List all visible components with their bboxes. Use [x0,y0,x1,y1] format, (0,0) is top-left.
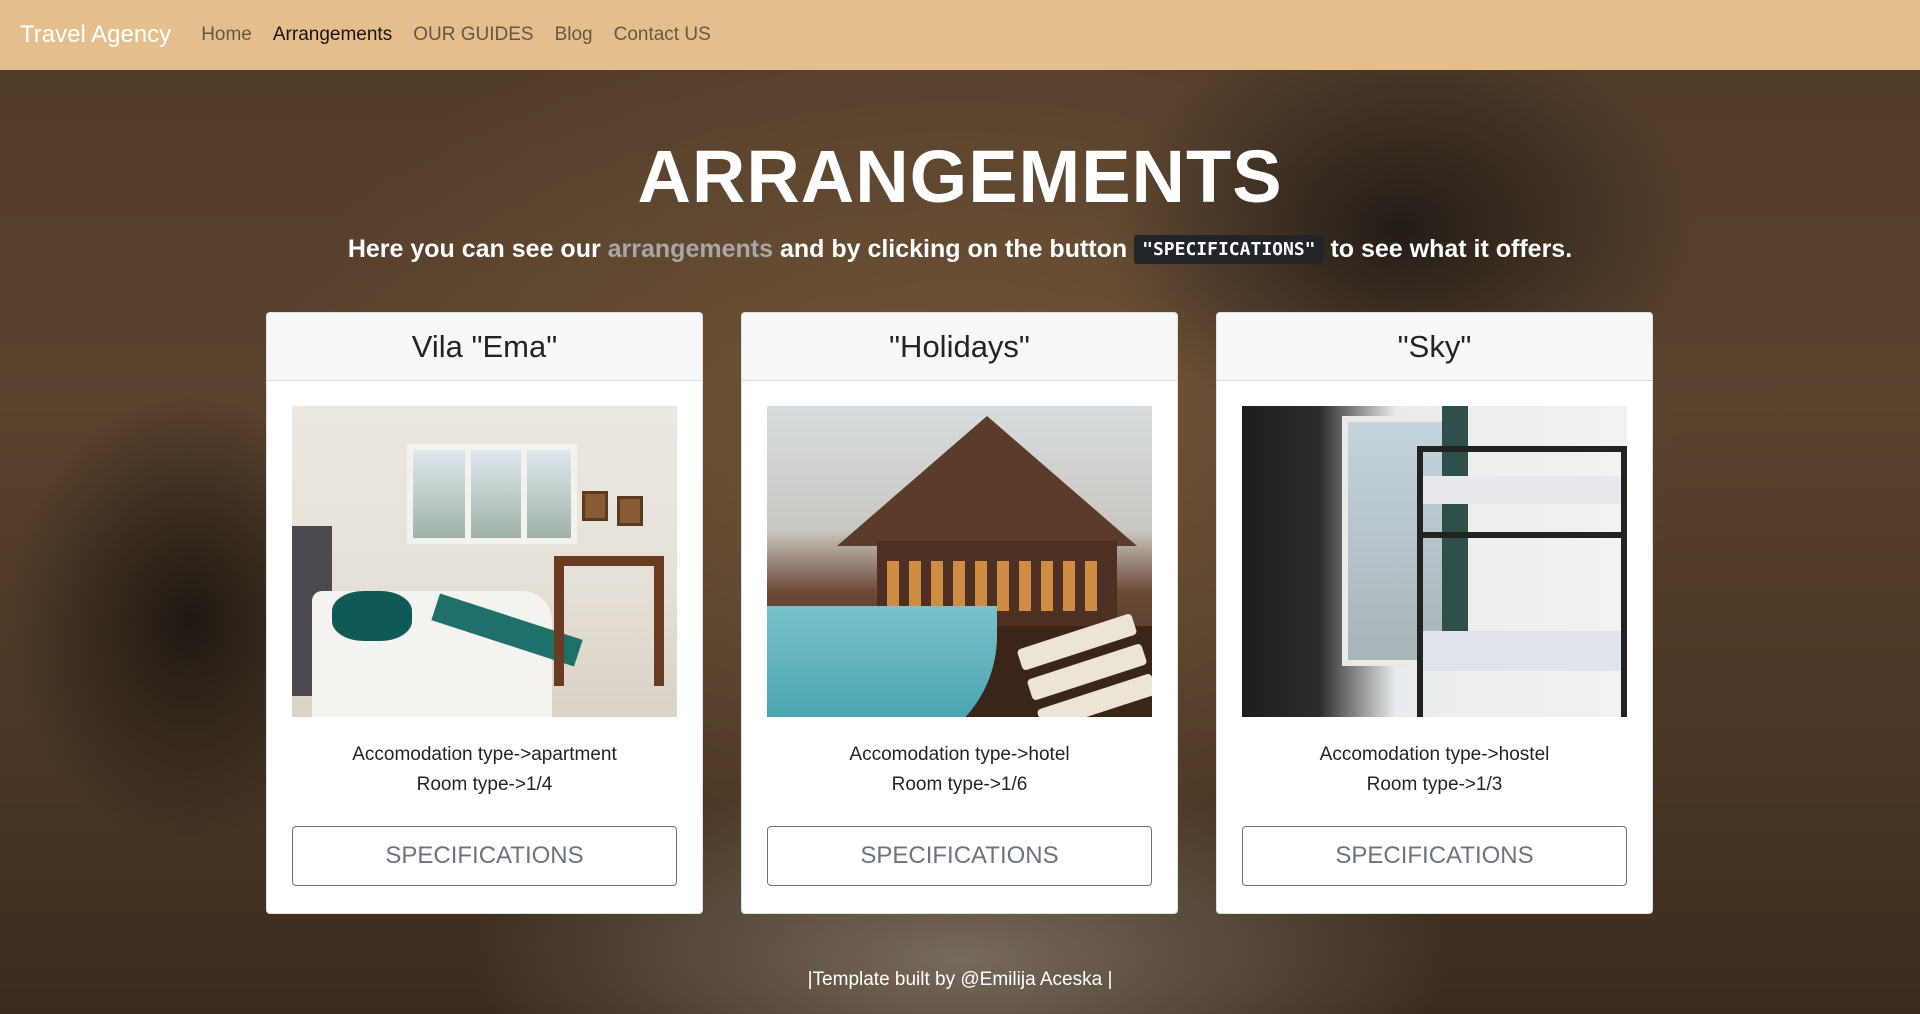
bedroom-photo [292,406,677,717]
hostel-bunk-photo [1242,406,1627,717]
card-details: Accomodation type->apartment Room type->… [352,740,617,800]
nav-link-our-guides[interactable]: OUR GUIDES [413,24,533,46]
subtitle-highlight: arrangements [607,235,773,263]
subtitle-text-1: Here you can see our [347,235,608,263]
accommodation-type: Accomodation type->hotel [849,744,1070,765]
page-title: ARRANGEMENTS [637,135,1283,218]
nav-link-home[interactable]: Home [201,24,252,46]
hero-section: ARRANGEMENTS Here you can see our arrang… [0,134,1920,264]
specifications-button[interactable]: SPECIFICATIONS [767,826,1152,886]
arrangement-card: "Holidays" Accomodation type->hotel Room… [741,312,1178,914]
specifications-button[interactable]: SPECIFICATIONS [292,826,677,886]
card-details: Accomodation type->hotel Room type->1/6 [849,740,1069,800]
footer-credit: |Template built by @Emilija Aceska | [807,969,1113,990]
card-title: "Holidays" [742,313,1177,381]
nav-link-blog[interactable]: Blog [555,24,593,46]
subtitle-text-3: to see what it offers. [1323,235,1573,263]
nav-link-arrangements[interactable]: Arrangements [273,24,392,46]
card-title: Vila "Ema" [267,313,702,381]
room-type: Room type->1/6 [891,774,1028,795]
resort-pool-photo [767,406,1152,717]
nav-link-contact-us[interactable]: Contact US [614,24,711,46]
arrangement-cards: Vila "Ema" Accomodation type->apartment … [266,312,1653,914]
accommodation-type: Accomodation type->apartment [352,744,617,765]
card-title: "Sky" [1217,313,1652,381]
room-type: Room type->1/4 [416,774,553,795]
subtitle-code: "SPECIFICATIONS" [1134,235,1324,264]
brand-link[interactable]: Travel Agency [20,21,171,49]
card-details: Accomodation type->hostel Room type->1/3 [1320,740,1550,800]
page-subtitle: Here you can see our arrangements and by… [0,235,1920,264]
room-type: Room type->1/3 [1366,774,1503,795]
arrangement-card: "Sky" Accomodation type->hostel Room typ… [1216,312,1653,914]
arrangement-card: Vila "Ema" Accomodation type->apartment … [266,312,703,914]
navbar: Travel Agency Home Arrangements OUR GUID… [0,0,1920,70]
specifications-button[interactable]: SPECIFICATIONS [1242,826,1627,886]
accommodation-type: Accomodation type->hostel [1319,744,1550,765]
subtitle-text-2: and by clicking on the button [773,235,1135,263]
